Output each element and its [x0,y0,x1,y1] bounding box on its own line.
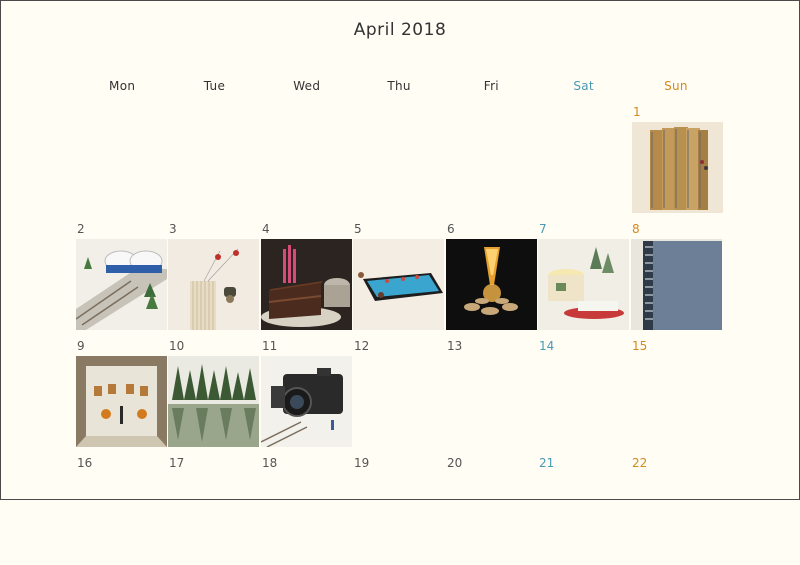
volcano-crackers-photo[interactable] [446,239,537,330]
pudding-snow-trees-photo[interactable] [538,239,629,330]
day-cell[interactable]: 5 [353,221,445,331]
day-number: 17 [169,456,185,470]
chocolate-cake-candles-photo[interactable] [261,239,352,330]
day-cell[interactable]: 2 [76,221,168,331]
day-cell[interactable]: 10 [168,338,260,448]
day-number: 5 [354,222,362,236]
day-number: 21 [539,456,555,470]
day-number: 6 [447,222,455,236]
day-cell[interactable]: 12 [353,338,445,448]
weekday-fri: Fri [483,79,499,93]
day-cell[interactable]: 4 [261,221,353,331]
day-number: 19 [354,456,370,470]
month-title: April 2018 [353,20,447,40]
day-cell[interactable]: 7 [538,221,630,331]
day-number: 16 [77,456,93,470]
day-number: 15 [632,339,648,353]
day-cell[interactable]: 14 [538,338,630,448]
day-number: 22 [632,456,648,470]
day-cell[interactable]: 3 [168,221,260,331]
day-cell[interactable]: 18 [261,455,353,565]
weekday-sun: Sun [664,79,688,93]
day-cell[interactable]: 11 [261,338,353,448]
day-cell[interactable]: 20 [446,455,538,565]
forest-lake-photo[interactable] [168,356,259,447]
day-cell[interactable]: 6 [446,221,538,331]
day-number: 12 [354,339,370,353]
weekday-header: Mon Tue Wed Thu Fri Sat Sun [76,79,726,93]
smartphone-pool-photo[interactable] [353,239,444,330]
camera-train-photo[interactable] [261,356,352,447]
day-cell[interactable]: 13 [446,338,538,448]
day-number: 10 [169,339,185,353]
day-number: 7 [539,222,547,236]
day-number: 2 [77,222,85,236]
day-number: 4 [262,222,270,236]
weekday-sat: Sat [573,79,594,93]
day-cell[interactable]: 22 [631,455,723,565]
day-cell[interactable]: 15 [631,338,723,448]
weekday-wed: Wed [293,79,321,93]
day-cell[interactable]: 21 [538,455,630,565]
day-cell[interactable]: 17 [168,455,260,565]
day-number: 14 [539,339,555,353]
weekday-thu: Thu [387,79,411,93]
day-number: 3 [169,222,177,236]
sketchbook-photo[interactable] [631,239,722,330]
weekday-mon: Mon [109,79,136,93]
day-number: 13 [447,339,463,353]
weekday-tue: Tue [203,79,226,93]
spiderman-toothpicks-photo[interactable] [168,239,259,330]
day-number: 9 [77,339,85,353]
day-cell[interactable]: 19 [353,455,445,565]
notebook-spines-photo[interactable] [632,122,723,213]
day-number: 18 [262,456,278,470]
day-number: 20 [447,456,463,470]
day-cell[interactable]: 8 [631,221,723,331]
bullet-train-slippers-photo[interactable] [76,239,167,330]
day-number: 1 [633,105,641,119]
day-number: 11 [262,339,278,353]
gallery-room-photo[interactable] [76,356,167,447]
day-number: 8 [632,222,640,236]
day-cell[interactable]: 1 [632,104,724,214]
day-cell[interactable]: 16 [76,455,168,565]
day-cell[interactable]: 9 [76,338,168,448]
